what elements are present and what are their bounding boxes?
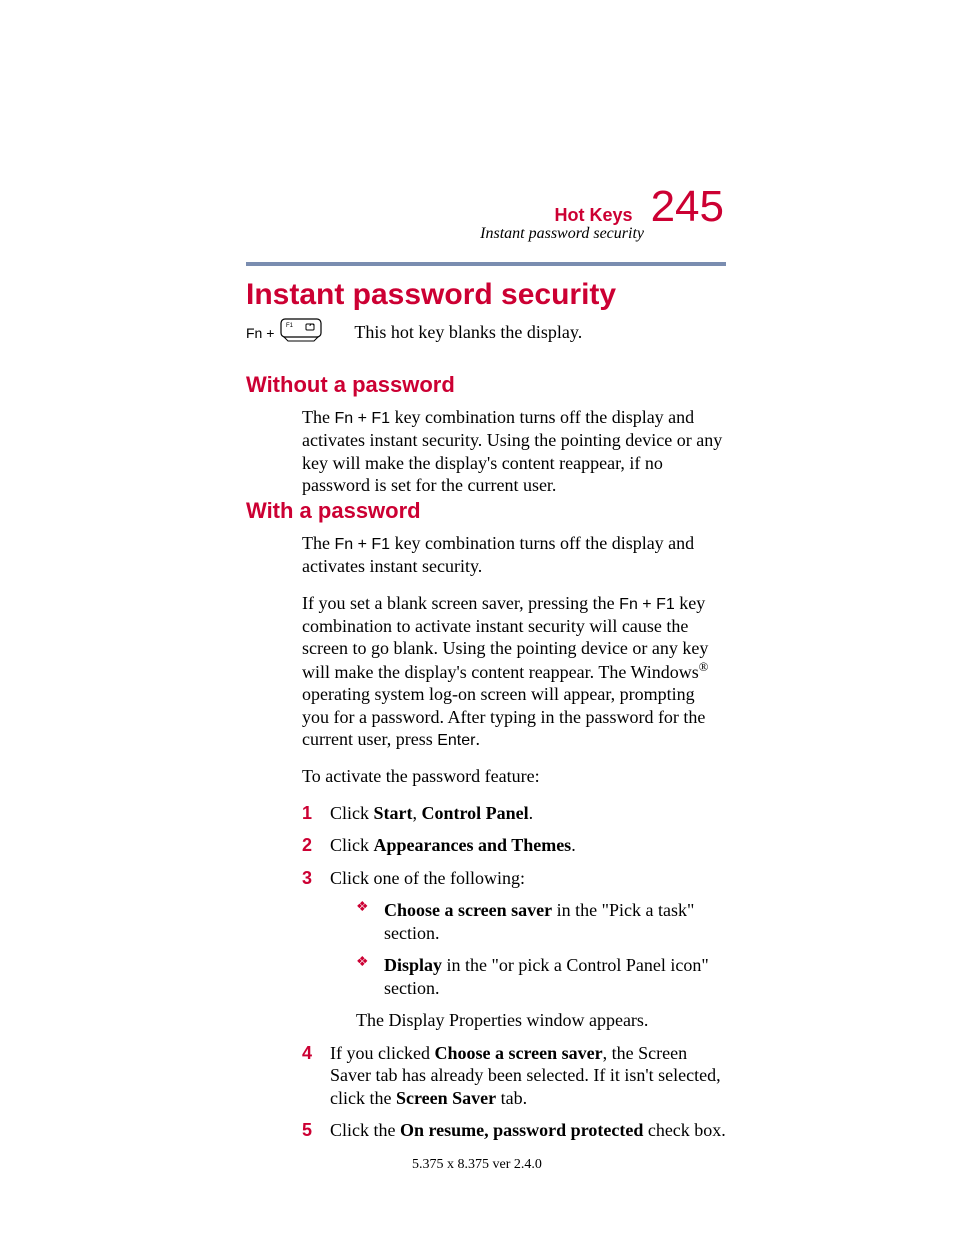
f1-key-icon: F1 bbox=[280, 318, 322, 347]
fn-plus-label: Fn + bbox=[246, 325, 274, 341]
without-password-heading: Without a password bbox=[246, 372, 726, 398]
step-3b: Display in the "or pick a Control Panel … bbox=[356, 954, 726, 999]
step-5: Click the On resume, password protected … bbox=[302, 1119, 726, 1142]
page-footer: 5.375 x 8.375 ver 2.4.0 bbox=[0, 1157, 954, 1173]
page-title: Instant password security bbox=[246, 278, 616, 312]
step-2: Click Appearances and Themes. bbox=[302, 834, 726, 857]
with-password-p2: If you set a blank screen saver, pressin… bbox=[302, 592, 726, 752]
step-1: Click Start, Control Panel. bbox=[302, 802, 726, 825]
page-header: Hot Keys 245 Instant password security bbox=[480, 185, 724, 243]
svg-text:F1: F1 bbox=[286, 323, 294, 329]
activate-intro: To activate the password feature: bbox=[302, 765, 726, 788]
step-3-sublist: Choose a screen saver in the "Pick a tas… bbox=[356, 899, 726, 999]
hotkey-description: This hot key blanks the display. bbox=[354, 322, 582, 343]
section-without-password: Without a password The Fn + F1 key combi… bbox=[246, 372, 726, 511]
step-4: If you clicked Choose a screen saver, th… bbox=[302, 1042, 726, 1110]
section-label: Instant password security bbox=[480, 225, 644, 243]
step-3a: Choose a screen saver in the "Pick a tas… bbox=[356, 899, 726, 944]
chapter-label: Hot Keys bbox=[555, 205, 633, 226]
horizontal-rule bbox=[246, 262, 726, 266]
with-password-heading: With a password bbox=[246, 498, 726, 524]
step-3: Click one of the following: Choose a scr… bbox=[302, 867, 726, 1032]
without-password-text: The Fn + F1 key combination turns off th… bbox=[302, 406, 726, 497]
section-with-password: With a password The Fn + F1 key combinat… bbox=[246, 498, 726, 1152]
step-list: Click Start, Control Panel. Click Appear… bbox=[302, 802, 726, 1142]
step-3-after: The Display Properties window appears. bbox=[356, 1009, 726, 1032]
page-number: 245 bbox=[651, 185, 724, 229]
with-password-p1: The Fn + F1 key combination turns off th… bbox=[302, 532, 726, 578]
hotkey-combo: Fn + F1 This hot key blanks the display. bbox=[246, 318, 582, 347]
